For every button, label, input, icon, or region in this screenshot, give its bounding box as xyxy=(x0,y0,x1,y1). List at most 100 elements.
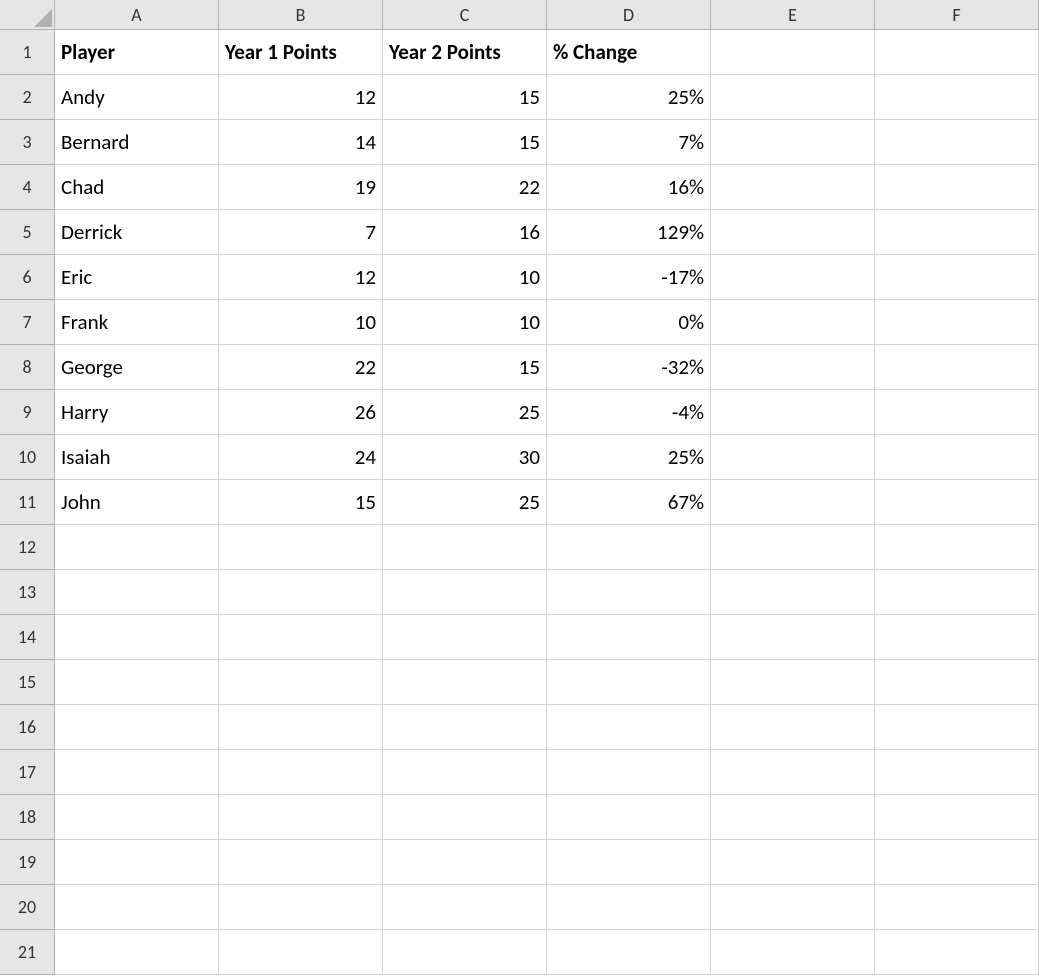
cell-B21[interactable] xyxy=(219,930,383,975)
cell-B4[interactable]: 19 xyxy=(219,165,383,210)
cell-D4[interactable]: 16% xyxy=(547,165,711,210)
cell-B1[interactable]: Year 1 Points xyxy=(219,30,383,75)
cell-B16[interactable] xyxy=(219,705,383,750)
row-header-11[interactable]: 11 xyxy=(0,480,55,525)
cell-A3[interactable]: Bernard xyxy=(55,120,219,165)
cell-C5[interactable]: 16 xyxy=(383,210,547,255)
cell-D2[interactable]: 25% xyxy=(547,75,711,120)
row-header-19[interactable]: 19 xyxy=(0,840,55,885)
column-header-C[interactable]: C xyxy=(383,0,547,30)
cell-F2[interactable] xyxy=(875,75,1039,120)
row-header-10[interactable]: 10 xyxy=(0,435,55,480)
cell-F6[interactable] xyxy=(875,255,1039,300)
cell-E5[interactable] xyxy=(711,210,875,255)
cell-A6[interactable]: Eric xyxy=(55,255,219,300)
row-header-14[interactable]: 14 xyxy=(0,615,55,660)
cell-D21[interactable] xyxy=(547,930,711,975)
cell-E13[interactable] xyxy=(711,570,875,615)
cell-A12[interactable] xyxy=(55,525,219,570)
cell-F19[interactable] xyxy=(875,840,1039,885)
cell-D9[interactable]: -4% xyxy=(547,390,711,435)
row-header-17[interactable]: 17 xyxy=(0,750,55,795)
cell-C3[interactable]: 15 xyxy=(383,120,547,165)
row-header-16[interactable]: 16 xyxy=(0,705,55,750)
cell-B12[interactable] xyxy=(219,525,383,570)
cell-D12[interactable] xyxy=(547,525,711,570)
cell-F7[interactable] xyxy=(875,300,1039,345)
cell-D18[interactable] xyxy=(547,795,711,840)
cell-C16[interactable] xyxy=(383,705,547,750)
cell-F20[interactable] xyxy=(875,885,1039,930)
cell-F17[interactable] xyxy=(875,750,1039,795)
cell-E10[interactable] xyxy=(711,435,875,480)
cell-B6[interactable]: 12 xyxy=(219,255,383,300)
cell-C1[interactable]: Year 2 Points xyxy=(383,30,547,75)
cell-C8[interactable]: 15 xyxy=(383,345,547,390)
cell-F18[interactable] xyxy=(875,795,1039,840)
cell-F10[interactable] xyxy=(875,435,1039,480)
row-header-1[interactable]: 1 xyxy=(0,30,55,75)
cell-A17[interactable] xyxy=(55,750,219,795)
row-header-12[interactable]: 12 xyxy=(0,525,55,570)
cell-B14[interactable] xyxy=(219,615,383,660)
cell-F13[interactable] xyxy=(875,570,1039,615)
cell-E18[interactable] xyxy=(711,795,875,840)
column-header-F[interactable]: F xyxy=(875,0,1039,30)
column-header-A[interactable]: A xyxy=(55,0,219,30)
cell-F14[interactable] xyxy=(875,615,1039,660)
cell-F12[interactable] xyxy=(875,525,1039,570)
row-header-21[interactable]: 21 xyxy=(0,930,55,975)
cell-F16[interactable] xyxy=(875,705,1039,750)
row-header-6[interactable]: 6 xyxy=(0,255,55,300)
cell-D14[interactable] xyxy=(547,615,711,660)
cell-A21[interactable] xyxy=(55,930,219,975)
cell-F15[interactable] xyxy=(875,660,1039,705)
cell-E12[interactable] xyxy=(711,525,875,570)
row-header-9[interactable]: 9 xyxy=(0,390,55,435)
cell-F8[interactable] xyxy=(875,345,1039,390)
cell-D5[interactable]: 129% xyxy=(547,210,711,255)
cell-F5[interactable] xyxy=(875,210,1039,255)
cell-B15[interactable] xyxy=(219,660,383,705)
cell-E11[interactable] xyxy=(711,480,875,525)
spreadsheet-grid[interactable]: ABCDEF1PlayerYear 1 PointsYear 2 Points%… xyxy=(0,0,1039,975)
cell-B18[interactable] xyxy=(219,795,383,840)
row-header-4[interactable]: 4 xyxy=(0,165,55,210)
cell-E3[interactable] xyxy=(711,120,875,165)
cell-C11[interactable]: 25 xyxy=(383,480,547,525)
cell-F9[interactable] xyxy=(875,390,1039,435)
cell-E21[interactable] xyxy=(711,930,875,975)
cell-A11[interactable]: John xyxy=(55,480,219,525)
column-header-E[interactable]: E xyxy=(711,0,875,30)
cell-F21[interactable] xyxy=(875,930,1039,975)
cell-D8[interactable]: -32% xyxy=(547,345,711,390)
cell-A20[interactable] xyxy=(55,885,219,930)
cell-E17[interactable] xyxy=(711,750,875,795)
cell-D3[interactable]: 7% xyxy=(547,120,711,165)
cell-F11[interactable] xyxy=(875,480,1039,525)
cell-B10[interactable]: 24 xyxy=(219,435,383,480)
cell-C18[interactable] xyxy=(383,795,547,840)
cell-B9[interactable]: 26 xyxy=(219,390,383,435)
cell-F4[interactable] xyxy=(875,165,1039,210)
cell-D11[interactable]: 67% xyxy=(547,480,711,525)
cell-C21[interactable] xyxy=(383,930,547,975)
cell-C6[interactable]: 10 xyxy=(383,255,547,300)
cell-D10[interactable]: 25% xyxy=(547,435,711,480)
cell-A18[interactable] xyxy=(55,795,219,840)
cell-C7[interactable]: 10 xyxy=(383,300,547,345)
row-header-2[interactable]: 2 xyxy=(0,75,55,120)
cell-A4[interactable]: Chad xyxy=(55,165,219,210)
cell-A7[interactable]: Frank xyxy=(55,300,219,345)
cell-E20[interactable] xyxy=(711,885,875,930)
cell-A13[interactable] xyxy=(55,570,219,615)
row-header-7[interactable]: 7 xyxy=(0,300,55,345)
cell-A1[interactable]: Player xyxy=(55,30,219,75)
cell-A5[interactable]: Derrick xyxy=(55,210,219,255)
row-header-13[interactable]: 13 xyxy=(0,570,55,615)
cell-D16[interactable] xyxy=(547,705,711,750)
cell-A10[interactable]: Isaiah xyxy=(55,435,219,480)
cell-B7[interactable]: 10 xyxy=(219,300,383,345)
select-all-corner[interactable] xyxy=(0,0,55,30)
cell-B5[interactable]: 7 xyxy=(219,210,383,255)
